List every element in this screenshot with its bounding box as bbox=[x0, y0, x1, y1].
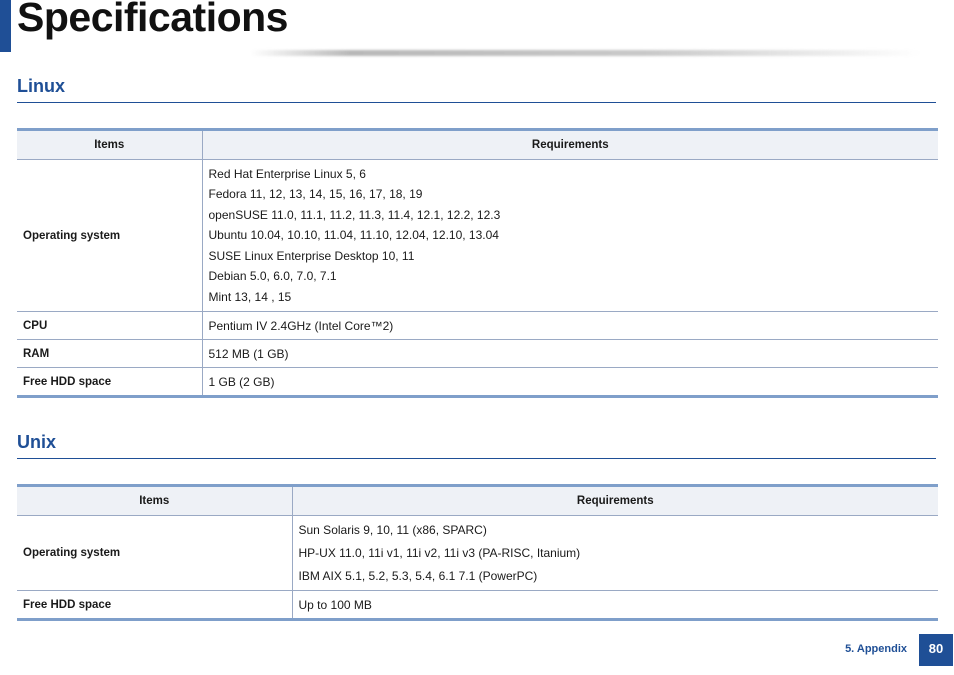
row-value: Pentium IV 2.4GHz (Intel Core™2) bbox=[202, 311, 938, 340]
section-heading-unix: Unix bbox=[17, 432, 57, 452]
row-label: Operating system bbox=[17, 515, 293, 591]
title-underline-shadow bbox=[250, 50, 920, 56]
row-label: Free HDD space bbox=[17, 590, 293, 620]
table-row-free-hdd-space: Free HDD space Up to 100 MB bbox=[17, 590, 938, 620]
row-label: Free HDD space bbox=[17, 367, 203, 397]
requirement-line: Ubuntu 10.04, 10.10, 11.04, 11.10, 12.04… bbox=[208, 228, 499, 243]
header-items: Items bbox=[17, 485, 293, 516]
footer-section-label: 5. Appendix bbox=[845, 643, 907, 655]
row-value: Sun Solaris 9, 10, 11 (x86, SPARC) HP-UX… bbox=[292, 515, 938, 591]
row-value: 1 GB (2 GB) bbox=[202, 367, 938, 397]
row-value: Red Hat Enterprise Linux 5, 6 Fedora 11,… bbox=[202, 159, 938, 312]
table-row-ram: RAM 512 MB (1 GB) bbox=[17, 339, 938, 368]
linux-requirements-table: Items Requirements Operating system Red … bbox=[17, 128, 938, 398]
table-row-operating-system: Operating system Sun Solaris 9, 10, 11 (… bbox=[17, 515, 938, 591]
header-requirements: Requirements bbox=[292, 485, 938, 516]
row-value: Up to 100 MB bbox=[292, 590, 938, 620]
section-rule-linux bbox=[17, 102, 936, 103]
table-row-operating-system: Operating system Red Hat Enterprise Linu… bbox=[17, 159, 938, 312]
requirement-line: Sun Solaris 9, 10, 11 (x86, SPARC) bbox=[298, 522, 487, 537]
requirement-line: Mint 13, 14 , 15 bbox=[208, 289, 292, 304]
header-items: Items bbox=[17, 129, 203, 160]
row-label: Operating system bbox=[17, 159, 203, 312]
title-accent-bar bbox=[0, 0, 11, 52]
row-value: 512 MB (1 GB) bbox=[202, 339, 938, 368]
header-requirements: Requirements bbox=[202, 129, 938, 160]
requirement-line: IBM AIX 5.1, 5.2, 5.3, 5.4, 6.1 7.1 (Pow… bbox=[298, 568, 538, 583]
table-header-row: Items Requirements bbox=[17, 485, 938, 516]
row-label: CPU bbox=[17, 311, 203, 340]
requirement-line: Debian 5.0, 6.0, 7.0, 7.1 bbox=[208, 269, 337, 284]
requirement-line: Fedora 11, 12, 13, 14, 15, 16, 17, 18, 1… bbox=[208, 187, 423, 202]
section-heading-linux: Linux bbox=[17, 76, 65, 96]
requirement-line: openSUSE 11.0, 11.1, 11.2, 11.3, 11.4, 1… bbox=[208, 207, 501, 222]
table-row-cpu: CPU Pentium IV 2.4GHz (Intel Core™2) bbox=[17, 311, 938, 340]
page-number-badge: 80 bbox=[919, 634, 953, 666]
table-header-row: Items Requirements bbox=[17, 129, 938, 160]
requirement-line: HP-UX 11.0, 11i v1, 11i v2, 11i v3 (PA-R… bbox=[298, 545, 581, 560]
requirement-line: Red Hat Enterprise Linux 5, 6 bbox=[208, 166, 366, 181]
section-rule-unix bbox=[17, 458, 936, 459]
row-label: RAM bbox=[17, 339, 203, 368]
table-row-free-hdd-space: Free HDD space 1 GB (2 GB) bbox=[17, 367, 938, 397]
requirement-line: SUSE Linux Enterprise Desktop 10, 11 bbox=[208, 248, 415, 263]
unix-requirements-table: Items Requirements Operating system Sun … bbox=[17, 484, 938, 621]
page-title: Specifications bbox=[17, 0, 288, 40]
